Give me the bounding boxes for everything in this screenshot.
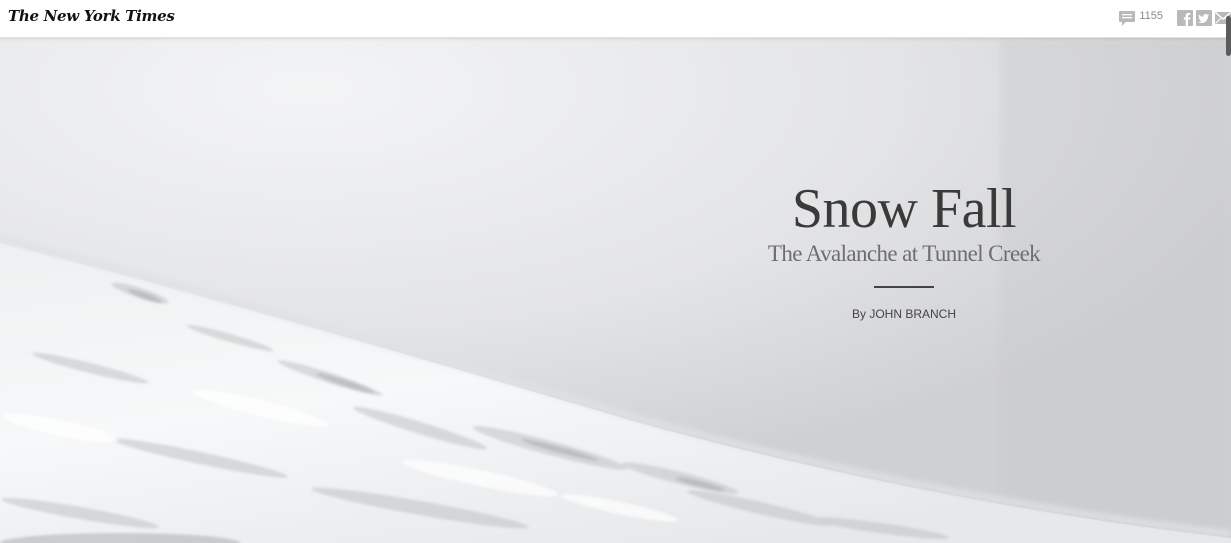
comments-button[interactable]: 1155 — [1119, 10, 1163, 26]
facebook-share-button[interactable] — [1177, 10, 1193, 26]
page: The New York Times 1155 Snow Fall The Av… — [0, 0, 1231, 543]
facebook-icon — [1177, 10, 1193, 26]
article-subtitle: The Avalanche at Tunnel Creek — [767, 241, 1041, 266]
header-tools: 1155 — [1119, 9, 1231, 27]
nyt-logo[interactable]: The New York Times — [8, 7, 175, 25]
headline-block: Snow Fall The Avalanche at Tunnel Creek … — [742, 177, 1066, 321]
twitter-share-button[interactable] — [1196, 10, 1212, 26]
hero-section: Snow Fall The Avalanche at Tunnel Creek … — [0, 38, 1231, 543]
speech-bubble-icon — [1119, 10, 1136, 26]
article-title: Snow Fall — [791, 178, 1017, 240]
byline: By JOHN BRANCH — [851, 307, 956, 321]
comment-count: 1155 — [1139, 10, 1163, 22]
title-divider — [874, 286, 934, 288]
top-bar: The New York Times 1155 — [0, 0, 1231, 38]
scrollbar-thumb[interactable] — [1226, 16, 1231, 56]
twitter-icon — [1196, 10, 1212, 26]
